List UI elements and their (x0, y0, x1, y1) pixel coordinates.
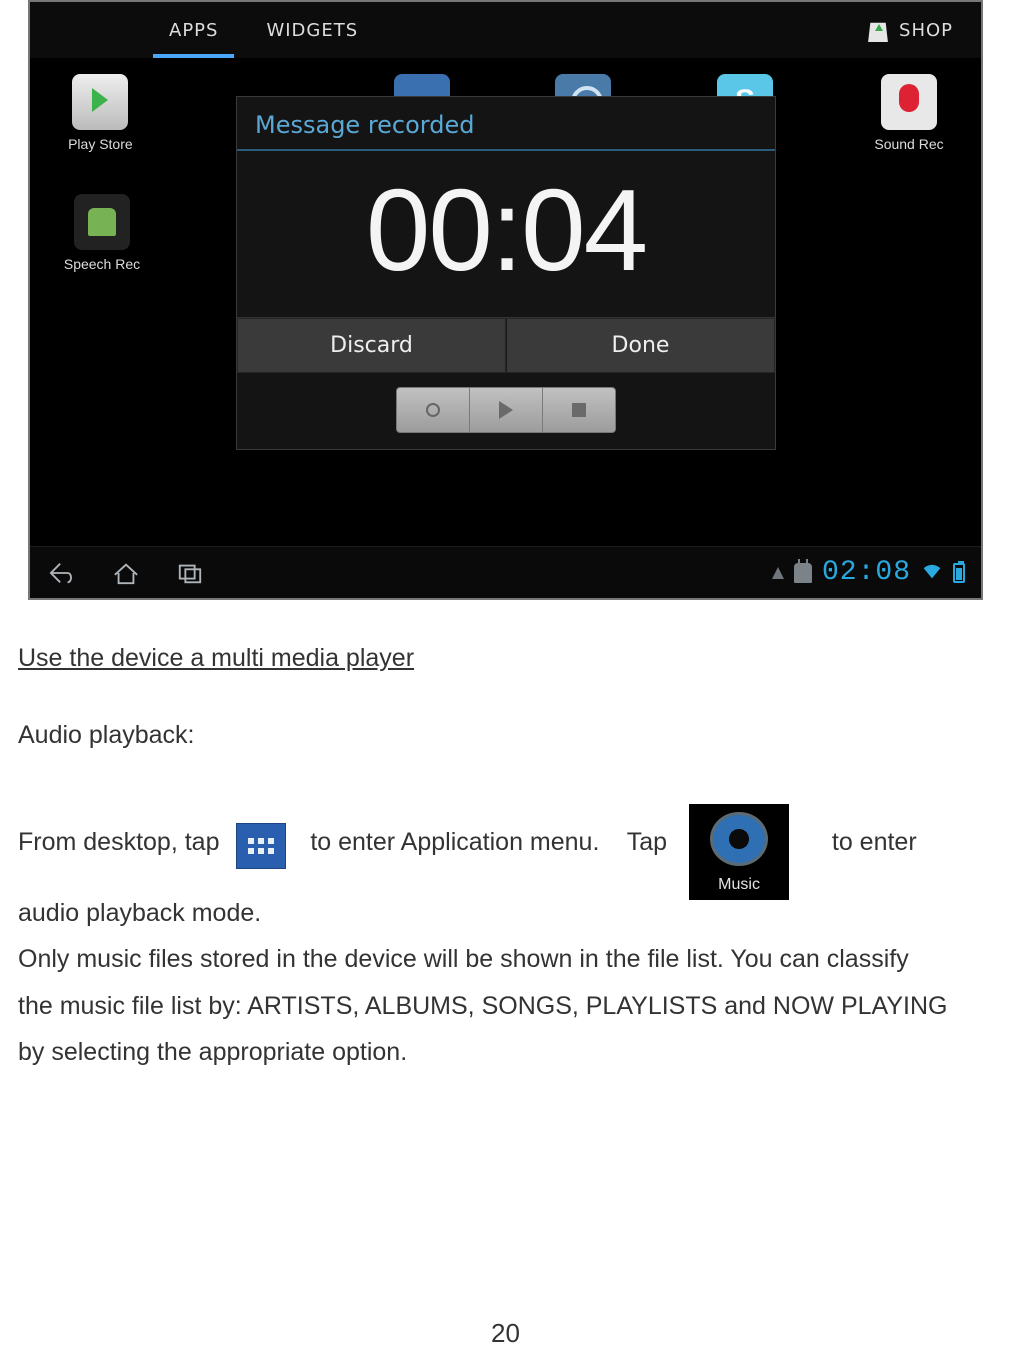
android-debug-icon (794, 563, 812, 583)
system-navbar: 02:08 (30, 546, 981, 598)
transport-controls (396, 387, 616, 433)
instruction-line-1: From desktop, tap to enter Application m… (18, 794, 993, 890)
body-para-line-1: Only music files stored in the device wi… (18, 936, 993, 982)
audio-playback-heading: Audio playback: (18, 721, 993, 750)
recording-dialog: Message recorded 00:04 Discard Done (236, 96, 776, 450)
recording-timer: 00:04 (237, 159, 775, 317)
dialog-title: Message recorded (237, 97, 775, 151)
body-para-line-3: by selecting the appropriate option. (18, 1029, 993, 1075)
app-speech-rec[interactable]: Speech Rec (54, 194, 150, 272)
shop-bag-icon (867, 18, 889, 42)
stop-icon (572, 403, 586, 417)
tablet-screenshot: APPS WIDGETS SHOP Play Store (28, 0, 983, 600)
mic-icon (881, 74, 937, 130)
nav-back-button[interactable] (30, 553, 94, 593)
shop-label: SHOP (899, 20, 953, 41)
battery-icon (953, 563, 965, 583)
app-drawer-icon (236, 823, 286, 869)
wifi-icon (921, 561, 943, 585)
section-title: Use the device a multi media player (18, 644, 993, 673)
play-button[interactable] (470, 388, 543, 432)
text-frag-1c: to enter (811, 819, 917, 865)
home-icon (111, 560, 141, 586)
status-tray[interactable]: 02:08 (772, 557, 981, 588)
text-frag-1a: From desktop, tap (18, 819, 226, 865)
body-para-line-2: the music file list by: ARTISTS, ALBUMS,… (18, 983, 993, 1029)
discard-button[interactable]: Discard (237, 318, 506, 373)
tab-apps-label: APPS (169, 20, 218, 41)
shop-button[interactable]: SHOP (867, 18, 981, 42)
app-sound-recorder-label: Sound Rec (861, 136, 957, 152)
android-icon (74, 194, 130, 250)
status-clock: 02:08 (822, 557, 911, 588)
record-icon (426, 403, 440, 417)
tab-apps[interactable]: APPS (145, 2, 242, 58)
app-play-store[interactable]: Play Store (54, 74, 147, 194)
play-store-icon (72, 74, 128, 130)
instruction-line-2: audio playback mode. (18, 890, 993, 936)
app-drawer-tabbar: APPS WIDGETS SHOP (30, 2, 981, 58)
music-disc-icon (710, 812, 768, 866)
recent-apps-icon (175, 560, 205, 586)
record-button[interactable] (397, 388, 470, 432)
page-number: 20 (0, 1318, 1011, 1349)
back-icon (47, 560, 77, 586)
upload-icon (772, 567, 784, 579)
text-frag-1b: to enter Application menu. Tap (296, 819, 667, 865)
app-play-store-label: Play Store (54, 136, 147, 152)
app-speech-rec-label: Speech Rec (54, 256, 150, 272)
done-button[interactable]: Done (506, 318, 775, 373)
stop-button[interactable] (543, 388, 615, 432)
music-app-icon: Music (689, 804, 789, 900)
music-app-label: Music (718, 870, 760, 900)
app-sound-recorder[interactable]: Sound Rec (861, 74, 957, 194)
done-button-label: Done (612, 333, 670, 358)
nav-home-button[interactable] (94, 553, 158, 593)
nav-recent-button[interactable] (158, 553, 222, 593)
discard-button-label: Discard (330, 333, 413, 358)
play-icon (499, 401, 513, 419)
tab-widgets[interactable]: WIDGETS (242, 2, 382, 58)
tab-widgets-label: WIDGETS (266, 20, 358, 41)
